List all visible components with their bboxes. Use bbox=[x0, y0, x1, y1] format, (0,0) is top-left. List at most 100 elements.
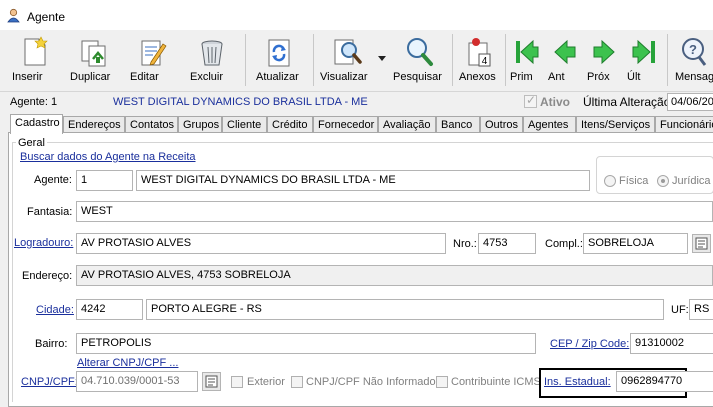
search-label: Pesquisar bbox=[393, 71, 442, 83]
attachments-button[interactable]: 4 Anexos bbox=[459, 33, 499, 88]
last-record-label: Últ bbox=[627, 71, 641, 83]
svg-text:?: ? bbox=[689, 42, 697, 57]
toolbar-separator bbox=[505, 34, 506, 86]
fantasia-field[interactable]: WEST bbox=[76, 201, 713, 222]
refresh-button[interactable]: Atualizar bbox=[256, 33, 302, 88]
tab-contatos[interactable]: Contatos bbox=[125, 116, 178, 133]
bairro-label: Bairro: bbox=[35, 338, 68, 350]
message-button[interactable]: ? Mensag bbox=[673, 33, 713, 88]
cep-field[interactable]: 91310002 bbox=[630, 333, 713, 354]
new-document-icon bbox=[24, 36, 48, 66]
ativo-checkbox[interactable] bbox=[524, 93, 537, 108]
tab-fornecedor[interactable]: Fornecedor bbox=[313, 116, 378, 133]
previous-record-button[interactable]: Ant bbox=[548, 33, 582, 88]
toolbar: Inserir Duplicar Editar Excluir Atualiza… bbox=[0, 30, 713, 92]
ins-estadual-field[interactable]: 0962894770 bbox=[616, 371, 713, 392]
view-dropdown-arrow-icon[interactable] bbox=[378, 56, 386, 61]
exterior-checkbox[interactable] bbox=[231, 376, 243, 388]
cnpj-field: 04.710.039/0001-53 bbox=[76, 371, 198, 392]
toolbar-separator bbox=[667, 34, 668, 86]
nro-label: Nro.: bbox=[453, 238, 477, 250]
endereco-field: AV PROTASIO ALVES, 4753 SOBRELOJA bbox=[76, 265, 713, 286]
ins-estadual-link[interactable]: Ins. Estadual: bbox=[544, 376, 611, 388]
message-label: Mensag bbox=[675, 71, 713, 83]
attachments-count: 4 bbox=[482, 56, 488, 67]
tab-itens-servicos[interactable]: Itens/Serviços bbox=[576, 116, 655, 133]
edit-pencil-icon bbox=[141, 40, 167, 66]
address-lookup-icon bbox=[695, 237, 708, 250]
edit-button[interactable]: Editar bbox=[130, 33, 176, 88]
agent-info-bar: Agente: 1 WEST DIGITAL DYNAMICS DO BRASI… bbox=[0, 92, 713, 113]
uf-field[interactable]: RS bbox=[689, 299, 713, 320]
first-record-button[interactable]: Prim bbox=[510, 33, 544, 88]
view-magnifier-icon bbox=[334, 39, 362, 65]
cnpj-lookup-button[interactable] bbox=[202, 372, 221, 391]
tab-outros[interactable]: Outros bbox=[480, 116, 523, 133]
next-record-button[interactable]: Próx bbox=[587, 33, 621, 88]
cnpj-nao-informado-checkbox[interactable] bbox=[291, 376, 303, 388]
compl-label: Compl.: bbox=[545, 238, 583, 250]
juridica-radio[interactable] bbox=[657, 175, 669, 187]
message-icon: ? bbox=[682, 38, 707, 66]
tab-funcionario[interactable]: Funcionário bbox=[655, 116, 713, 133]
previous-record-label: Ant bbox=[548, 71, 565, 83]
logradouro-field[interactable]: AV PROTASIO ALVES bbox=[76, 233, 446, 254]
search-button[interactable]: Pesquisar bbox=[393, 33, 445, 88]
agente-label: Agente: bbox=[34, 174, 72, 186]
cnpj-lookup-icon bbox=[205, 375, 218, 388]
compl-field[interactable]: SOBRELOJA bbox=[583, 233, 688, 254]
insert-label: Inserir bbox=[12, 71, 43, 83]
search-icon bbox=[407, 38, 433, 66]
last-change-label: Última Alteração: bbox=[583, 95, 674, 109]
tab-banco[interactable]: Banco bbox=[436, 116, 480, 133]
cnpj-nao-informado-label: CNPJ/CPF Não Informado bbox=[306, 376, 436, 388]
refresh-label: Atualizar bbox=[256, 71, 299, 83]
uf-label: UF: bbox=[671, 304, 689, 316]
juridica-label: Jurídica bbox=[672, 175, 711, 187]
tab-credito[interactable]: Crédito bbox=[267, 116, 313, 133]
duplicate-button[interactable]: Duplicar bbox=[70, 33, 118, 88]
cnpj-link[interactable]: CNPJ/CPF: bbox=[21, 376, 78, 388]
agente-name-field[interactable]: WEST DIGITAL DYNAMICS DO BRASIL LTDA - M… bbox=[136, 170, 590, 191]
nro-field[interactable]: 4753 bbox=[478, 233, 536, 254]
attachments-label: Anexos bbox=[459, 71, 496, 83]
cep-link[interactable]: CEP / Zip Code: bbox=[550, 338, 629, 350]
view-label: Visualizar bbox=[320, 71, 368, 83]
edit-label: Editar bbox=[130, 71, 159, 83]
last-record-button[interactable]: Últ bbox=[627, 33, 661, 88]
trash-icon bbox=[201, 40, 223, 66]
cidade-name-field[interactable]: PORTO ALEGRE - RS bbox=[146, 299, 664, 320]
toolbar-separator bbox=[452, 34, 453, 86]
window-title: Agente bbox=[27, 10, 66, 24]
agente-code-field[interactable]: 1 bbox=[76, 170, 133, 191]
cidade-link[interactable]: Cidade: bbox=[36, 304, 74, 316]
view-button[interactable]: Visualizar bbox=[320, 33, 374, 88]
duplicate-label: Duplicar bbox=[70, 71, 111, 83]
agent-app-icon bbox=[7, 8, 20, 23]
delete-button[interactable]: Excluir bbox=[190, 33, 234, 88]
tab-avaliacao[interactable]: Avaliação bbox=[378, 116, 436, 133]
fisica-radio[interactable] bbox=[604, 175, 616, 187]
duplicate-icon bbox=[81, 40, 106, 67]
tab-cliente[interactable]: Cliente bbox=[222, 116, 267, 133]
buscar-receita-link[interactable]: Buscar dados do Agente na Receita bbox=[20, 151, 196, 163]
tab-enderecos[interactable]: Endereços bbox=[63, 116, 125, 133]
fisica-label: Física bbox=[619, 175, 649, 187]
fantasia-label: Fantasia: bbox=[27, 206, 73, 218]
contribuinte-icms-checkbox[interactable] bbox=[436, 376, 448, 388]
refresh-icon bbox=[268, 39, 290, 67]
bairro-field[interactable]: PETROPOLIS bbox=[76, 333, 536, 354]
previous-record-icon bbox=[554, 39, 576, 65]
cidade-code-field[interactable]: 4242 bbox=[76, 299, 143, 320]
geral-group-title: Geral bbox=[16, 137, 47, 149]
last-record-icon bbox=[632, 39, 655, 65]
first-record-label: Prim bbox=[510, 71, 533, 83]
delete-label: Excluir bbox=[190, 71, 224, 83]
insert-button[interactable]: Inserir bbox=[12, 33, 58, 88]
address-lookup-button[interactable] bbox=[692, 234, 711, 253]
tab-agentes[interactable]: Agentes bbox=[523, 116, 576, 133]
tab-cadastro[interactable]: Cadastro bbox=[10, 114, 63, 134]
tab-grupos[interactable]: Grupos bbox=[178, 116, 222, 133]
alterar-cnpj-link[interactable]: Alterar CNPJ/CPF ... bbox=[77, 357, 178, 369]
logradouro-link[interactable]: Logradouro: bbox=[14, 237, 73, 249]
